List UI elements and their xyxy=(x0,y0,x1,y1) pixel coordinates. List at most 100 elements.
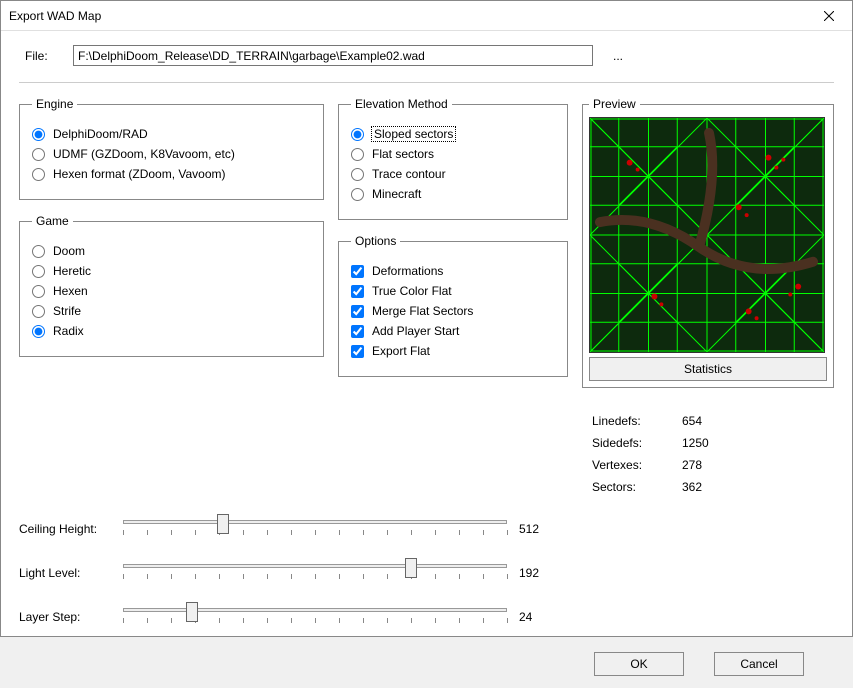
ceiling-height-row: Ceiling Height: 512 xyxy=(19,516,551,542)
stat-label: Vertexes: xyxy=(592,458,682,472)
checkbox-input[interactable] xyxy=(351,285,364,298)
radio-label: Hexen xyxy=(53,284,88,298)
radio-input[interactable] xyxy=(32,265,45,278)
option-checkbox[interactable]: Deformations xyxy=(351,264,555,278)
file-row: File: ... xyxy=(19,45,834,66)
checkbox-label: True Color Flat xyxy=(372,284,452,298)
checkbox-label: Merge Flat Sectors xyxy=(372,304,473,318)
game-option[interactable]: Hexen xyxy=(32,284,311,298)
radio-label: Hexen format (ZDoom, Vavoom) xyxy=(53,167,226,181)
close-icon xyxy=(824,11,834,21)
radio-label: Heretic xyxy=(53,264,91,278)
radio-input[interactable] xyxy=(32,305,45,318)
radio-input[interactable] xyxy=(351,188,364,201)
radio-input[interactable] xyxy=(32,325,45,338)
option-checkbox[interactable]: Export Flat xyxy=(351,344,555,358)
layer-step-row: Layer Step: 24 xyxy=(19,604,551,630)
elev-option[interactable]: Sloped sectors xyxy=(351,127,555,141)
stat-label: Sectors: xyxy=(592,480,682,494)
checkbox-input[interactable] xyxy=(351,305,364,318)
engine-group: Engine DelphiDoom/RAD UDMF (GZDoom, K8Vav… xyxy=(19,97,324,200)
slider-thumb[interactable] xyxy=(405,558,417,578)
engine-option[interactable]: Hexen format (ZDoom, Vavoom) xyxy=(32,167,311,181)
slider-label: Layer Step: xyxy=(19,610,111,624)
elev-option[interactable]: Flat sectors xyxy=(351,147,555,161)
options-group: Options Deformations True Color Flat Merge… xyxy=(338,234,568,377)
game-group: Game Doom Heretic Hexen Strife Radix xyxy=(19,214,324,357)
slider-thumb[interactable] xyxy=(217,514,229,534)
radio-input[interactable] xyxy=(351,148,364,161)
stat-sidedefs: Sidedefs: 1250 xyxy=(592,436,824,450)
button-bar: OK Cancel xyxy=(19,644,834,676)
statistics-panel: Linedefs: 654 Sidedefs: 1250 Vertexes: 2… xyxy=(582,406,834,502)
radio-label: Doom xyxy=(53,244,85,258)
engine-legend: Engine xyxy=(32,97,77,111)
radio-label: Strife xyxy=(53,304,81,318)
slider-label: Light Level: xyxy=(19,566,111,580)
radio-input[interactable] xyxy=(32,168,45,181)
game-option[interactable]: Radix xyxy=(32,324,311,338)
stat-value: 1250 xyxy=(682,436,742,450)
radio-label: Minecraft xyxy=(372,187,421,201)
export-wad-dialog: Export WAD Map File: ... Engine DelphiDo… xyxy=(0,0,853,637)
cancel-button[interactable]: Cancel xyxy=(714,652,804,676)
stat-sectors: Sectors: 362 xyxy=(592,480,824,494)
option-checkbox[interactable]: Merge Flat Sectors xyxy=(351,304,555,318)
radio-input[interactable] xyxy=(32,148,45,161)
file-path-input[interactable] xyxy=(73,45,593,66)
radio-input[interactable] xyxy=(351,128,364,141)
radio-input[interactable] xyxy=(32,285,45,298)
layer-step-slider[interactable] xyxy=(123,604,507,630)
close-button[interactable] xyxy=(806,1,852,31)
stat-linedefs: Linedefs: 654 xyxy=(592,414,824,428)
stat-label: Linedefs: xyxy=(592,414,682,428)
options-legend: Options xyxy=(351,234,400,248)
engine-option[interactable]: UDMF (GZDoom, K8Vavoom, etc) xyxy=(32,147,311,161)
slider-value: 192 xyxy=(519,566,551,580)
elev-option[interactable]: Minecraft xyxy=(351,187,555,201)
preview-group: Preview xyxy=(582,97,834,388)
file-label: File: xyxy=(25,49,59,63)
radio-label: Radix xyxy=(53,324,84,338)
stat-label: Sidedefs: xyxy=(592,436,682,450)
stat-value: 654 xyxy=(682,414,742,428)
radio-label: Flat sectors xyxy=(372,147,434,161)
radio-input[interactable] xyxy=(32,245,45,258)
option-checkbox[interactable]: Add Player Start xyxy=(351,324,555,338)
light-level-row: Light Level: 192 xyxy=(19,560,551,586)
ceiling-height-slider[interactable] xyxy=(123,516,507,542)
game-option[interactable]: Heretic xyxy=(32,264,311,278)
window-title: Export WAD Map xyxy=(9,9,101,23)
radio-label: UDMF (GZDoom, K8Vavoom, etc) xyxy=(53,147,235,161)
checkbox-input[interactable] xyxy=(351,345,364,358)
checkbox-label: Export Flat xyxy=(372,344,430,358)
option-checkbox[interactable]: True Color Flat xyxy=(351,284,555,298)
radio-label: Trace contour xyxy=(372,167,446,181)
stat-vertexes: Vertexes: 278 xyxy=(592,458,824,472)
checkbox-input[interactable] xyxy=(351,265,364,278)
statistics-button[interactable]: Statistics xyxy=(589,357,827,381)
game-legend: Game xyxy=(32,214,73,228)
divider xyxy=(19,82,834,83)
radio-label: Sloped sectors xyxy=(372,127,455,141)
browse-button[interactable]: ... xyxy=(607,49,629,63)
checkbox-label: Add Player Start xyxy=(372,324,459,338)
game-option[interactable]: Doom xyxy=(32,244,311,258)
light-level-slider[interactable] xyxy=(123,560,507,586)
game-option[interactable]: Strife xyxy=(32,304,311,318)
preview-image xyxy=(589,117,825,353)
radio-input[interactable] xyxy=(32,128,45,141)
slider-thumb[interactable] xyxy=(186,602,198,622)
elevation-group: Elevation Method Sloped sectors Flat sect… xyxy=(338,97,568,220)
slider-value: 512 xyxy=(519,522,551,536)
elev-option[interactable]: Trace contour xyxy=(351,167,555,181)
radio-input[interactable] xyxy=(351,168,364,181)
checkbox-label: Deformations xyxy=(372,264,443,278)
elevation-legend: Elevation Method xyxy=(351,97,452,111)
ok-button[interactable]: OK xyxy=(594,652,684,676)
engine-option[interactable]: DelphiDoom/RAD xyxy=(32,127,311,141)
checkbox-input[interactable] xyxy=(351,325,364,338)
titlebar: Export WAD Map xyxy=(1,1,852,31)
slider-label: Ceiling Height: xyxy=(19,522,111,536)
stat-value: 278 xyxy=(682,458,742,472)
